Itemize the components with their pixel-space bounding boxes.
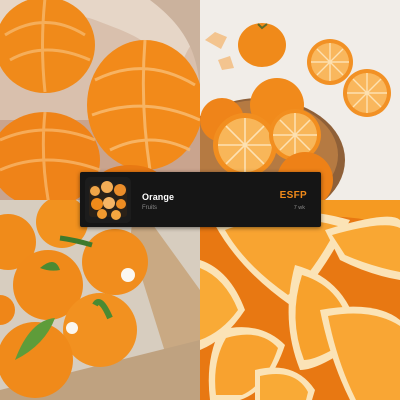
card-subtitle: Fruits bbox=[142, 205, 157, 211]
photo-peeled-mandarins bbox=[0, 0, 200, 200]
card-meta: 7 wk bbox=[293, 205, 305, 211]
playlist-card[interactable]: Orange Fruits ESFP 7 wk bbox=[80, 172, 321, 227]
photo-dekopon-box bbox=[0, 200, 200, 400]
card-artwork bbox=[85, 177, 131, 223]
photo-tangerines-basket bbox=[200, 0, 400, 200]
photo-orange-wedges bbox=[200, 200, 400, 400]
card-title: Orange bbox=[142, 192, 175, 202]
personality-tag: ESFP bbox=[279, 190, 307, 201]
